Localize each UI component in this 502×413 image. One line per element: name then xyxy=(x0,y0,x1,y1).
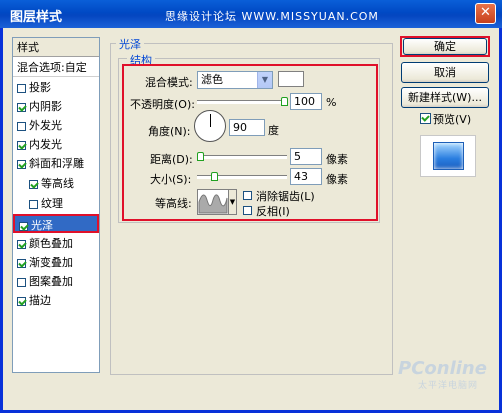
size-slider-thumb[interactable] xyxy=(211,172,218,181)
cancel-button[interactable]: 取消 xyxy=(401,62,489,83)
style-list-header[interactable]: 样式 xyxy=(13,38,99,57)
ok-button[interactable]: 确定 xyxy=(403,38,487,55)
distance-slider-thumb[interactable] xyxy=(197,152,204,161)
contour-curve-icon xyxy=(198,194,228,214)
checkbox-texture[interactable] xyxy=(29,199,38,209)
checkbox-stroke[interactable] xyxy=(17,296,26,306)
invert-label: 反相(I) xyxy=(256,205,290,218)
satin-group-title: 光泽 xyxy=(116,36,144,52)
checkbox-bevel-emboss[interactable] xyxy=(17,159,26,169)
angle-unit: 度 xyxy=(268,124,279,137)
checkbox-drop-shadow[interactable] xyxy=(17,83,26,93)
distance-label: 距离(D): xyxy=(150,153,193,166)
preview-thumbnail xyxy=(420,135,476,177)
contour-dropdown-icon[interactable]: ▼ xyxy=(229,189,237,215)
style-list: 样式 混合选项:自定 投影 内阴影 外发光 内发光 斜面和浮雕 等高线 纹理 光… xyxy=(12,37,100,373)
opacity-slider-thumb[interactable] xyxy=(281,97,288,106)
checkbox-inner-shadow[interactable] xyxy=(17,102,26,112)
preview-checkbox[interactable] xyxy=(420,113,431,124)
checkbox-pattern-overlay[interactable] xyxy=(17,277,26,287)
angle-dial-needle xyxy=(210,114,211,127)
distance-unit: 像素 xyxy=(326,153,348,166)
opacity-slider[interactable] xyxy=(197,100,287,104)
watermark-text: 思缘设计论坛 WWW.MISSYUAN.COM xyxy=(165,10,379,23)
checkbox-outer-glow[interactable] xyxy=(17,121,26,131)
distance-input[interactable]: 5 xyxy=(290,148,322,165)
blend-mode-label: 混合模式: xyxy=(145,76,193,89)
style-item-inner-shadow[interactable]: 内阴影 xyxy=(13,97,99,116)
style-item-blending-options[interactable]: 混合选项:自定 xyxy=(13,58,99,77)
invert-checkbox[interactable] xyxy=(243,206,252,215)
style-item-texture[interactable]: 纹理 xyxy=(13,194,99,213)
checkbox-satin[interactable] xyxy=(19,221,28,231)
checkbox-color-overlay[interactable] xyxy=(17,239,26,249)
opacity-label: 不透明度(O): xyxy=(130,98,195,111)
window-title: 图层样式 xyxy=(10,10,63,25)
close-icon: ✕ xyxy=(480,5,491,20)
antialias-label: 消除锯齿(L) xyxy=(256,190,315,203)
contour-picker[interactable] xyxy=(197,189,229,215)
pconline-tagline: 太平洋电脑网 xyxy=(418,381,479,391)
preview-swatch xyxy=(433,142,464,170)
chevron-down-icon: ▼ xyxy=(257,72,272,88)
distance-slider[interactable] xyxy=(197,155,287,159)
title-bar[interactable]: 图层样式 思缘设计论坛 WWW.MISSYUAN.COM ✕ xyxy=(0,0,502,28)
close-button[interactable]: ✕ xyxy=(475,3,496,24)
style-item-satin[interactable]: 光泽 xyxy=(13,214,99,233)
style-item-contour[interactable]: 等高线 xyxy=(13,174,99,193)
style-item-pattern-overlay[interactable]: 图案叠加 xyxy=(13,272,99,291)
style-item-gradient-overlay[interactable]: 渐变叠加 xyxy=(13,253,99,272)
size-input[interactable]: 43 xyxy=(290,168,322,185)
style-item-bevel-emboss[interactable]: 斜面和浮雕 xyxy=(13,154,99,173)
style-item-inner-glow[interactable]: 内发光 xyxy=(13,135,99,154)
size-unit: 像素 xyxy=(326,173,348,186)
contour-label: 等高线: xyxy=(155,197,192,210)
checkbox-inner-glow[interactable] xyxy=(17,140,26,150)
size-label: 大小(S): xyxy=(150,173,192,186)
angle-label: 角度(N): xyxy=(148,125,191,138)
checkbox-gradient-overlay[interactable] xyxy=(17,258,26,268)
style-item-stroke[interactable]: 描边 xyxy=(13,291,99,310)
opacity-input[interactable]: 100 xyxy=(290,93,322,110)
style-item-outer-glow[interactable]: 外发光 xyxy=(13,116,99,135)
angle-input[interactable]: 90 xyxy=(229,119,265,136)
checkbox-contour[interactable] xyxy=(29,179,38,189)
opacity-unit: % xyxy=(326,96,337,109)
style-item-color-overlay[interactable]: 颜色叠加 xyxy=(13,234,99,253)
new-style-button[interactable]: 新建样式(W)... xyxy=(401,87,489,108)
angle-dial[interactable] xyxy=(194,110,226,142)
preview-label: 预览(V) xyxy=(433,113,472,126)
antialias-checkbox[interactable] xyxy=(243,191,252,200)
blend-color-swatch[interactable] xyxy=(278,71,304,87)
blend-mode-select[interactable]: 滤色 ▼ xyxy=(197,71,273,89)
style-item-drop-shadow[interactable]: 投影 xyxy=(13,78,99,97)
pconline-logo: PConline xyxy=(398,358,487,379)
